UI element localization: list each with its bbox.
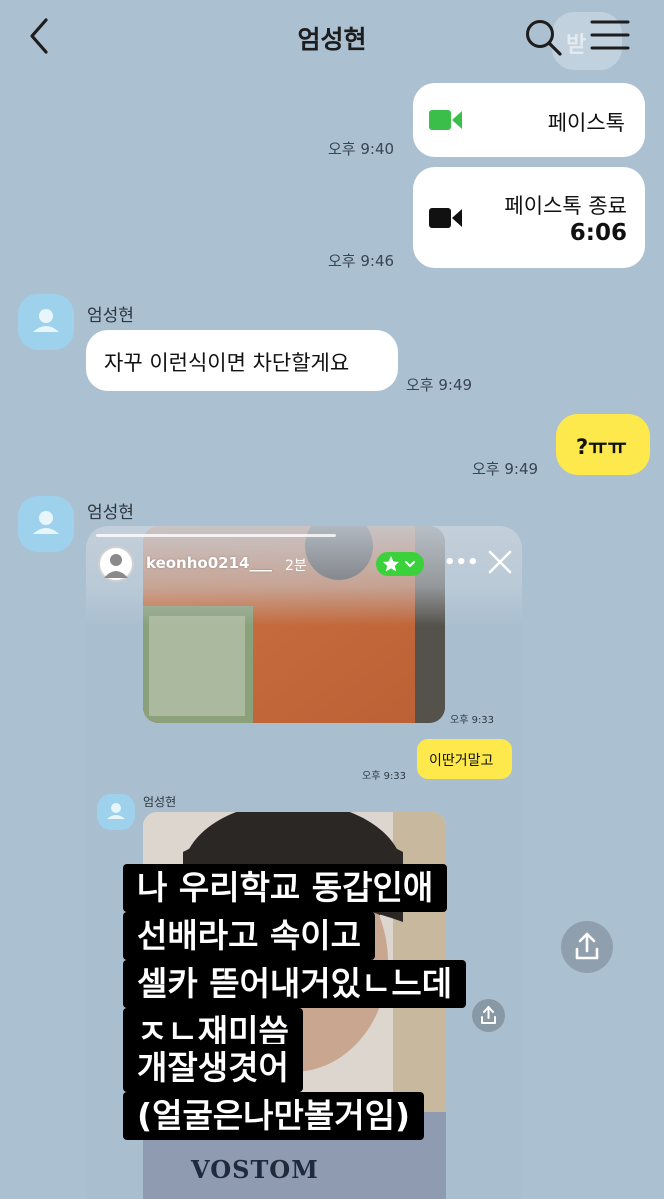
story-age: 2분 [285,558,307,574]
avatar[interactable] [18,294,74,350]
facetime-label: 페이스톡 [547,111,625,135]
inner-my-message-bubble: 이딴거말고 [417,739,512,779]
message-text: ?ㅠㅠ [576,435,627,459]
caption-line: 개잘생겻어 [123,1044,303,1092]
inner-avatar [97,794,135,830]
caption-line: (얼굴은나만볼거임) [123,1092,425,1140]
facetime-call-bubble[interactable]: 페이스톡 [413,83,645,157]
story-username: keonho0214___ [146,554,272,572]
default-profile-icon [33,309,59,332]
story-top-overlay [86,526,522,626]
caption-line: 나 우리학교 동갑인애 [123,864,448,912]
message-bubble[interactable]: 자꾸 이런식이면 차단할게요 [86,330,398,391]
story-progress-bar [96,534,336,537]
caption-line: 셀카 뜯어내거있ㄴ느데 [123,960,467,1008]
message-time: 오후 9:40 [328,140,395,158]
star-icon [383,556,415,572]
default-profile-icon [107,803,125,819]
my-message-bubble[interactable]: ?ㅠㅠ [556,414,650,475]
search-button[interactable] [522,16,564,58]
call-duration: 6:06 [569,220,627,246]
message-time: 오후 9:49 [472,460,539,478]
close-icon [488,550,512,574]
facetime-ended-label: 페이스톡 종료 [504,194,627,218]
inner-message-text: 이딴거말고 [429,753,494,769]
hamburger-menu-icon [590,20,630,50]
story-user-avatar [98,546,134,582]
facetime-ended-bubble[interactable]: 페이스톡 종료 6:06 [413,167,645,268]
chat-header: 받 엄성현 [0,0,664,78]
video-camera-icon [429,208,462,228]
avatar[interactable] [18,496,74,552]
inner-share-button [472,999,505,1032]
inner-message-time: 오후 9:33 [450,715,495,726]
video-camera-icon [429,110,462,130]
inner-message-time: 오후 9:33 [362,771,407,782]
more-options-icon: ••• [444,552,479,573]
share-icon [575,932,599,960]
search-icon [526,20,562,56]
caption-line: 선배라고 속이고 [123,912,376,960]
chat-title: 엄성현 [297,25,367,54]
share-icon [481,1006,496,1024]
user-silhouette-icon [104,554,128,578]
share-button[interactable] [561,921,613,973]
message-time: 오후 9:46 [328,252,395,270]
sender-name: 엄성현 [87,306,134,326]
message-time: 오후 9:49 [406,376,473,394]
menu-button[interactable] [588,16,632,56]
shirt-text: VOSTOM [191,1155,319,1184]
close-friends-badge [376,552,424,576]
inner-sender-name: 엄성현 [143,795,177,809]
default-profile-icon [33,511,59,534]
message-text: 자꾸 이런식이면 차단할게요 [104,351,350,375]
sender-name: 엄성현 [87,503,134,523]
